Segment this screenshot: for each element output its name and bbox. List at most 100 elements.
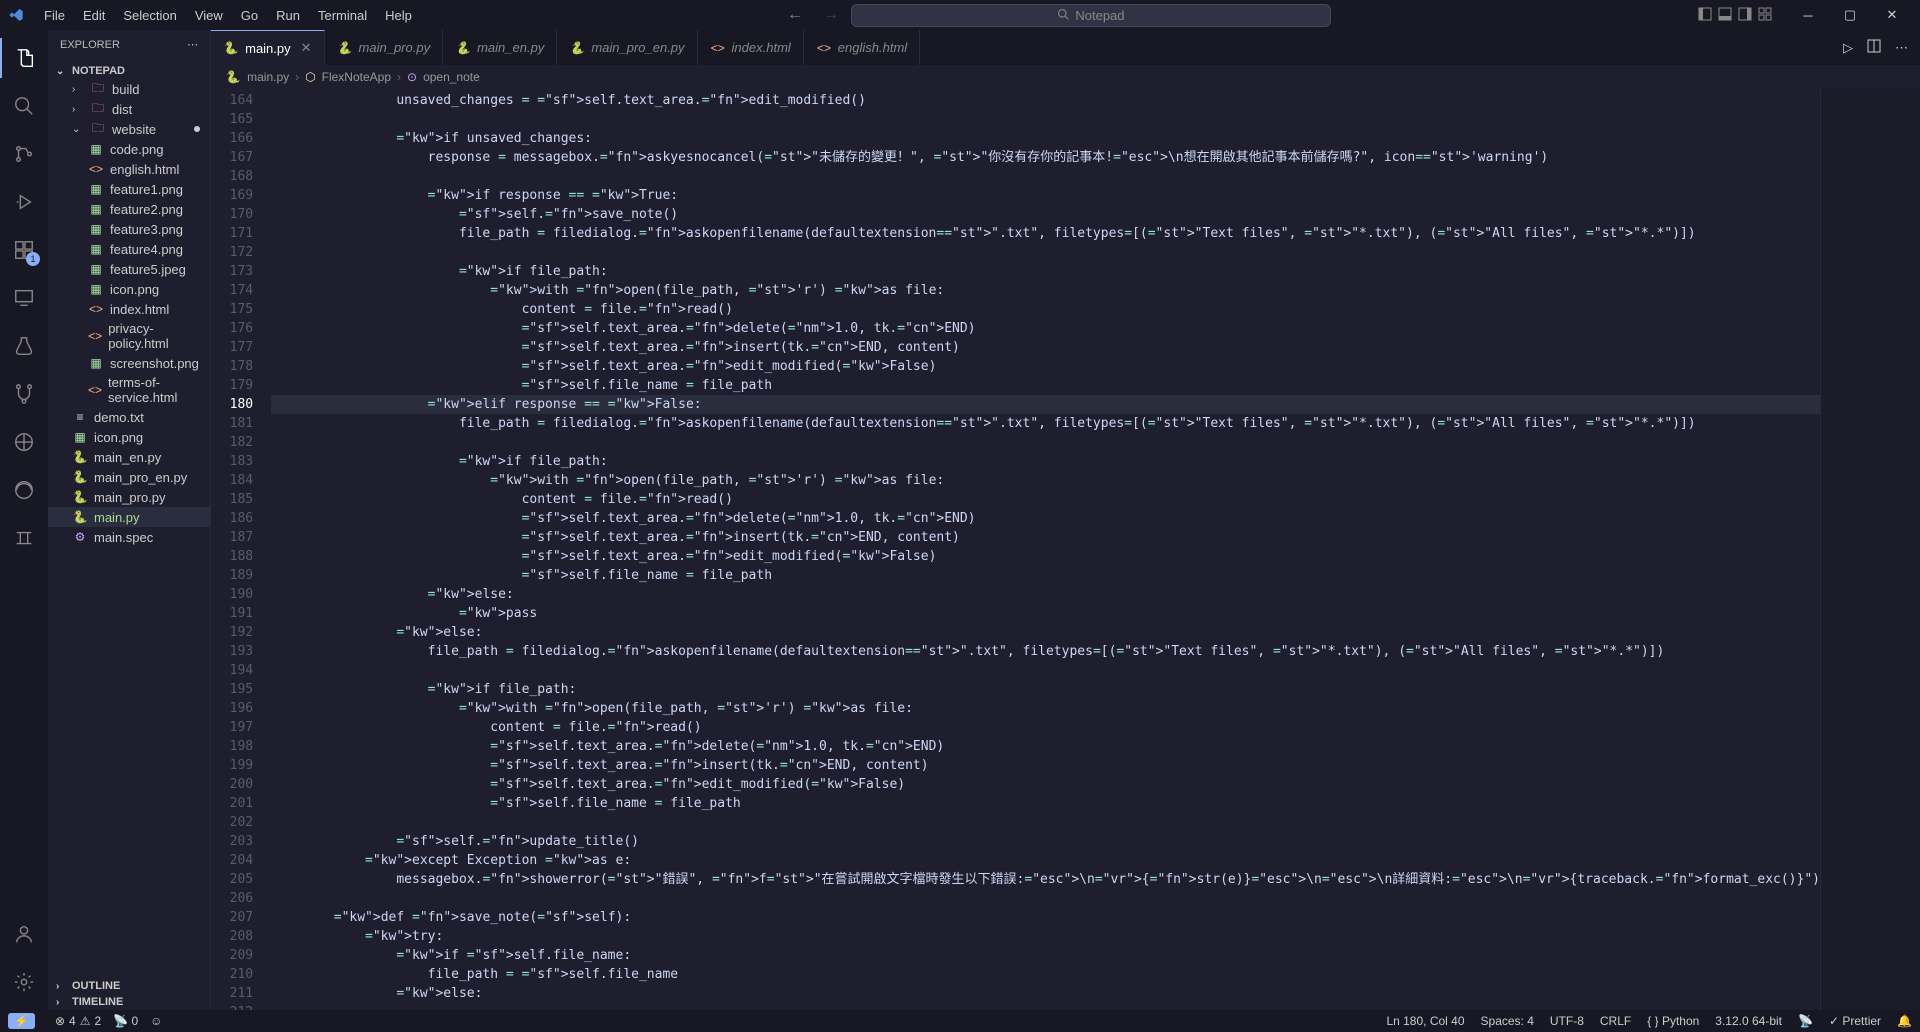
- html-file-icon: <>: [88, 301, 104, 317]
- nav-back-icon[interactable]: ←: [787, 6, 803, 24]
- folder-item[interactable]: ›🗀dist: [48, 99, 210, 119]
- close-icon[interactable]: ✕: [1872, 1, 1912, 29]
- img-file-icon: ▦: [72, 429, 88, 445]
- explorer-icon[interactable]: [0, 38, 48, 78]
- settings-gear-icon[interactable]: [0, 962, 48, 1002]
- editor-tab[interactable]: 🐍main_pro.py: [325, 30, 444, 65]
- img-file-icon: ▦: [88, 355, 104, 371]
- file-item[interactable]: 🐍main.py: [48, 507, 210, 527]
- indentation[interactable]: Spaces: 4: [1481, 1014, 1534, 1028]
- go-live[interactable]: 📡: [1798, 1014, 1813, 1028]
- file-item[interactable]: ▦screenshot.png: [48, 353, 210, 373]
- menu-help[interactable]: Help: [377, 4, 420, 27]
- menu-go[interactable]: Go: [233, 4, 266, 27]
- vscode-activity-icon[interactable]: [0, 518, 48, 558]
- breadcrumb[interactable]: 🐍 main.py › ⬡ FlexNoteApp › ⊙ open_note: [211, 65, 1920, 89]
- file-item[interactable]: <>terms-of-service.html: [48, 373, 210, 407]
- file-item[interactable]: ▦feature4.png: [48, 239, 210, 259]
- editor-tab[interactable]: <>index.html: [698, 30, 804, 65]
- ports-indicator[interactable]: 📡 0: [113, 1014, 138, 1028]
- editor-tab[interactable]: <>english.html: [804, 30, 920, 65]
- problems-indicator[interactable]: ⊗4 ⚠2: [55, 1014, 101, 1028]
- file-item[interactable]: ≡demo.txt: [48, 407, 210, 427]
- file-item[interactable]: <>privacy-policy.html: [48, 319, 210, 353]
- nav-forward-icon[interactable]: →: [823, 6, 839, 24]
- minimap[interactable]: [1820, 89, 1920, 1010]
- layout-left-icon[interactable]: [1698, 7, 1712, 24]
- img-file-icon: ▦: [88, 201, 104, 217]
- run-file-icon[interactable]: ▷: [1843, 40, 1853, 56]
- html-file-icon: <>: [88, 328, 102, 344]
- error-icon: ⊗: [55, 1014, 65, 1028]
- file-item[interactable]: <>index.html: [48, 299, 210, 319]
- run-debug-icon[interactable]: [0, 182, 48, 222]
- editor-more-icon[interactable]: ⋯: [1895, 40, 1908, 56]
- menu-terminal[interactable]: Terminal: [310, 4, 375, 27]
- prettier[interactable]: ✓ Prettier: [1829, 1014, 1881, 1028]
- menu-file[interactable]: File: [36, 4, 73, 27]
- folder-icon: 🗀: [90, 121, 106, 137]
- interpreter[interactable]: 3.12.0 64-bit: [1715, 1014, 1782, 1028]
- html-file-icon: <>: [816, 40, 832, 56]
- encoding[interactable]: UTF-8: [1550, 1014, 1584, 1028]
- timeline-header[interactable]: › TIMELINE: [48, 994, 211, 1010]
- file-item[interactable]: ▦feature1.png: [48, 179, 210, 199]
- menu-edit[interactable]: Edit: [75, 4, 113, 27]
- source-control-icon[interactable]: [0, 134, 48, 174]
- antenna-icon: 📡: [113, 1014, 128, 1028]
- layout-customize-icon[interactable]: [1758, 7, 1772, 24]
- search-activity-icon[interactable]: [0, 86, 48, 126]
- testing-icon[interactable]: [0, 326, 48, 366]
- py-file-icon: 🐍: [72, 449, 88, 465]
- file-item[interactable]: 🐍main_en.py: [48, 447, 210, 467]
- menu-selection[interactable]: Selection: [115, 4, 184, 27]
- tab-close-icon[interactable]: ✕: [301, 40, 312, 56]
- folder-item[interactable]: ›🗀build: [48, 79, 210, 99]
- class-icon: ⬡: [305, 70, 315, 84]
- accounts-icon[interactable]: [0, 914, 48, 954]
- file-item[interactable]: ⚙main.spec: [48, 527, 210, 547]
- file-item[interactable]: ▦icon.png: [48, 427, 210, 447]
- sidebar-more-icon[interactable]: ⋯: [187, 38, 198, 51]
- menu-run[interactable]: Run: [268, 4, 308, 27]
- modified-dot: [194, 126, 200, 132]
- split-editor-icon[interactable]: [1867, 39, 1881, 56]
- cursor-position[interactable]: Ln 180, Col 40: [1386, 1014, 1464, 1028]
- file-item[interactable]: ▦code.png: [48, 139, 210, 159]
- sidebar-title: EXPLORER: [60, 39, 120, 51]
- file-item[interactable]: 🐍main_pro.py: [48, 487, 210, 507]
- code-area[interactable]: unsaved_changes = ="sf">self.text_area.=…: [271, 89, 1820, 1010]
- editor-tab[interactable]: 🐍main.py✕: [211, 30, 324, 65]
- extensions-icon[interactable]: 1: [0, 230, 48, 270]
- file-item[interactable]: <>english.html: [48, 159, 210, 179]
- file-item[interactable]: ▦icon.png: [48, 279, 210, 299]
- feedback-icon[interactable]: ☺: [150, 1014, 162, 1028]
- file-item[interactable]: 🐍main_pro_en.py: [48, 467, 210, 487]
- tab-bar: 🐍main.py✕🐍main_pro.py🐍main_en.py🐍main_pr…: [211, 30, 1920, 65]
- editor-tab[interactable]: 🐍main_en.py: [443, 30, 557, 65]
- edge-icon[interactable]: [0, 470, 48, 510]
- outline-header[interactable]: › OUTLINE: [48, 978, 211, 994]
- eol[interactable]: CRLF: [1600, 1014, 1631, 1028]
- menu-view[interactable]: View: [187, 4, 231, 27]
- notifications-icon[interactable]: 🔔: [1897, 1014, 1912, 1028]
- folder-item[interactable]: ⌄🗀website: [48, 119, 210, 139]
- img-file-icon: ▦: [88, 241, 104, 257]
- layout-right-icon[interactable]: [1738, 7, 1752, 24]
- minimize-icon[interactable]: ─: [1788, 1, 1828, 29]
- activity-bar: 1: [0, 30, 48, 1010]
- command-center[interactable]: Notepad: [851, 4, 1331, 27]
- live-share-icon[interactable]: [0, 422, 48, 462]
- maximize-icon[interactable]: ▢: [1830, 1, 1870, 29]
- git-branch-icon[interactable]: [0, 374, 48, 414]
- remote-explorer-icon[interactable]: [0, 278, 48, 318]
- editor-tab[interactable]: 🐍main_pro_en.py: [557, 30, 697, 65]
- editor-body[interactable]: 1641651661671681691701711721731741751761…: [211, 89, 1920, 1010]
- file-item[interactable]: ▦feature3.png: [48, 219, 210, 239]
- file-item[interactable]: ▦feature5.jpeg: [48, 259, 210, 279]
- remote-indicator[interactable]: ⚡: [8, 1013, 35, 1029]
- layout-bottom-icon[interactable]: [1718, 7, 1732, 24]
- folder-section-header[interactable]: ⌄ NOTEPAD: [48, 63, 210, 79]
- language-mode[interactable]: { } Python: [1647, 1014, 1699, 1028]
- file-item[interactable]: ▦feature2.png: [48, 199, 210, 219]
